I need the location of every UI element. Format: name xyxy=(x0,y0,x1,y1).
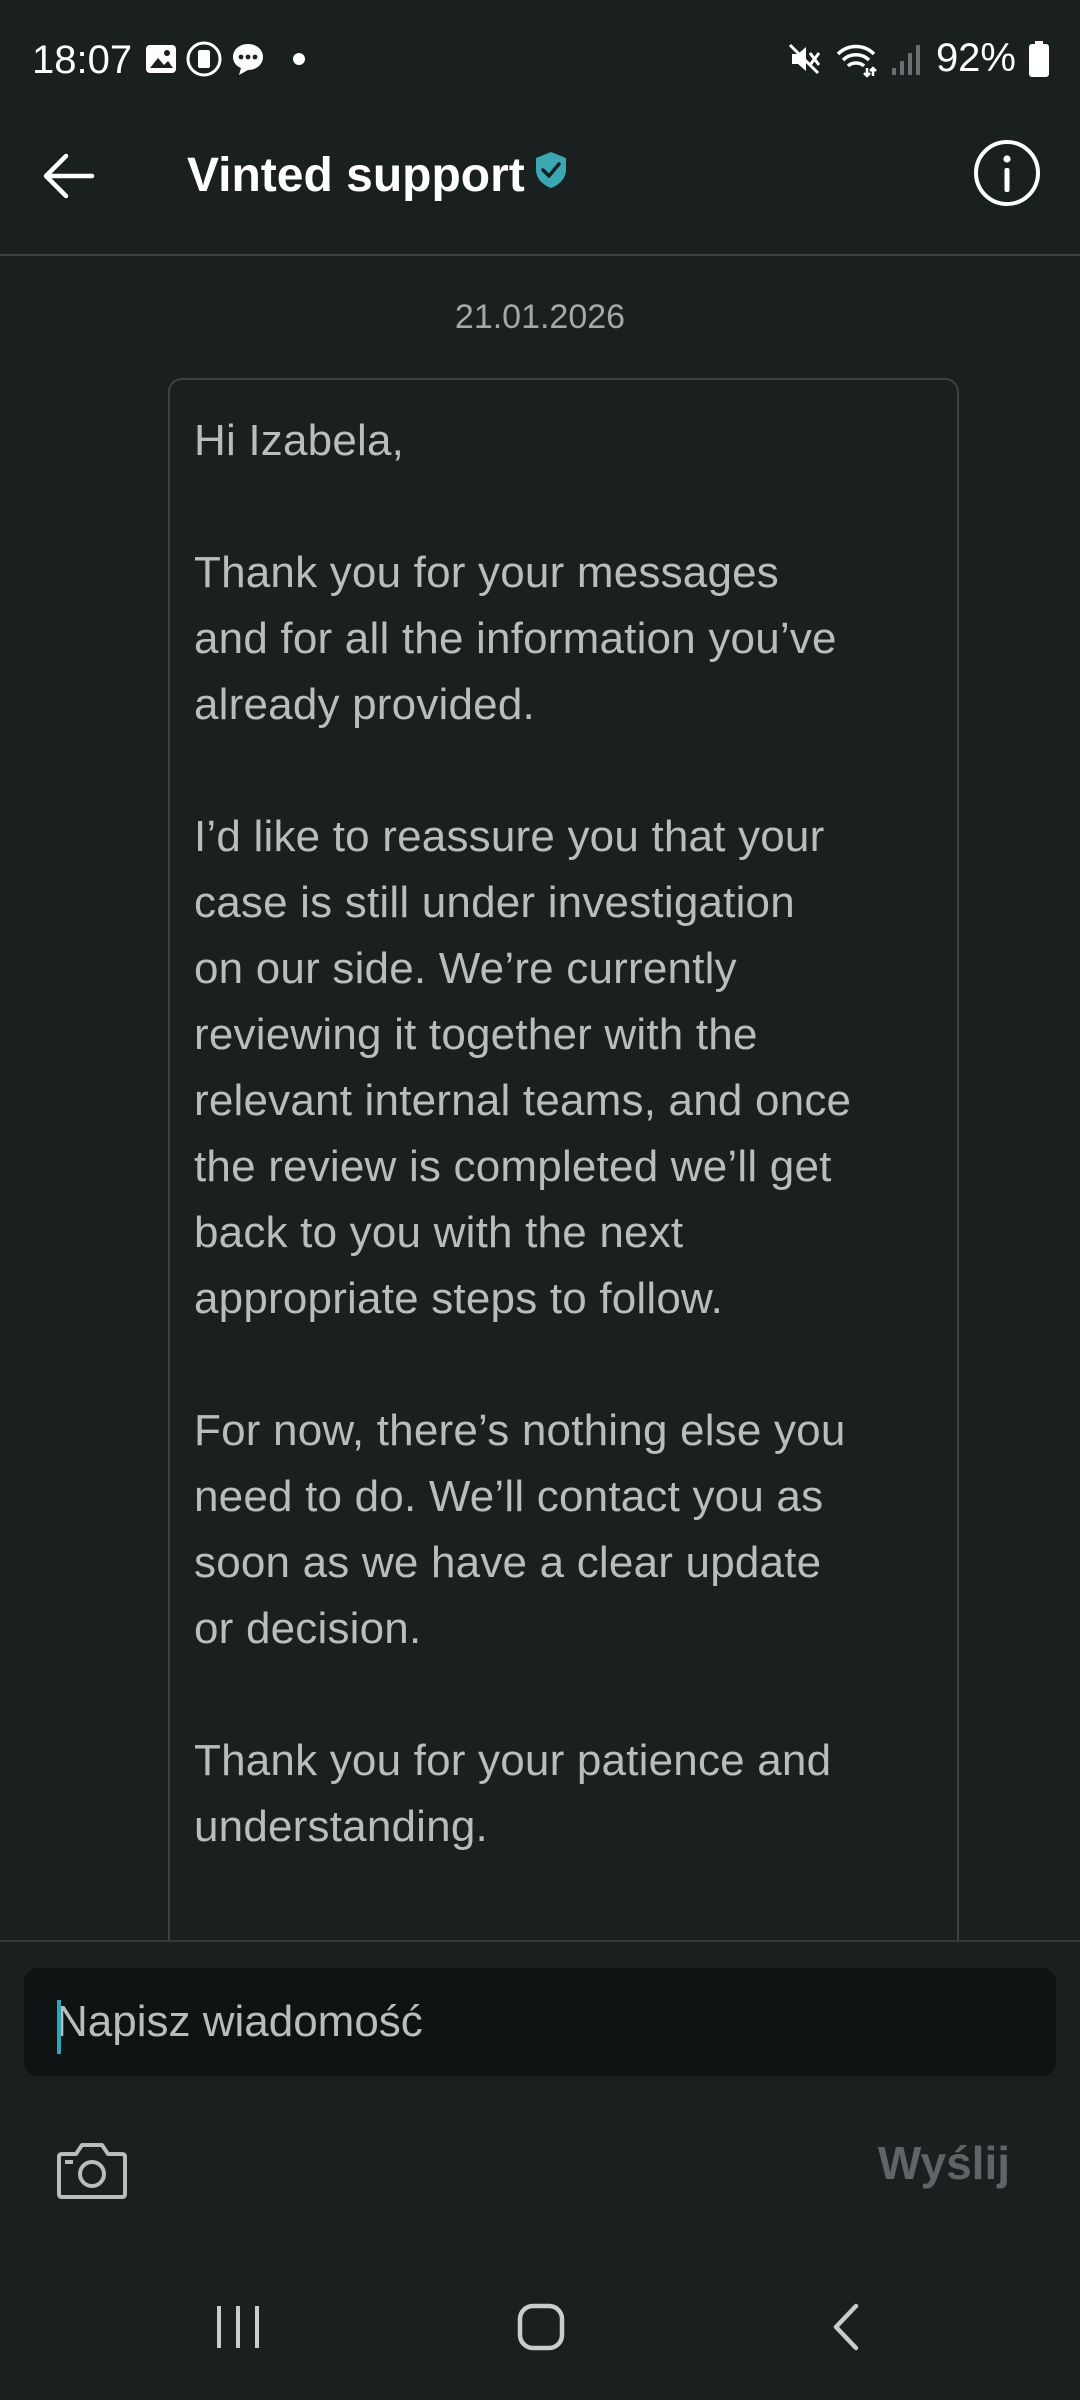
recent-apps-icon[interactable] xyxy=(213,2302,263,2352)
info-icon xyxy=(974,140,1040,206)
system-nav-bar xyxy=(0,2250,1080,2400)
message-list[interactable]: 21.01.2026 Hi Izabela, Thank you for you… xyxy=(0,258,1080,1940)
status-time: 18:07 xyxy=(32,38,133,82)
message-bubble[interactable]: Hi Izabela, Thank you for your messages … xyxy=(168,378,959,1940)
screen: 18:07 92% Vinted support 21.01.2026 Hi I… xyxy=(0,0,1080,2400)
battery-icon xyxy=(1029,40,1049,77)
mute-icon xyxy=(788,43,821,74)
signal-icon xyxy=(891,44,920,75)
system-status: 92% xyxy=(786,36,1050,81)
back-icon[interactable] xyxy=(826,2302,866,2352)
sim-icon xyxy=(186,41,222,77)
text-cursor xyxy=(57,2000,61,2054)
verified-badge-icon xyxy=(536,152,566,188)
notification-icons xyxy=(143,40,311,78)
message-input[interactable] xyxy=(24,1968,1056,2076)
dot-icon xyxy=(293,53,305,65)
date-separator: 21.01.2026 xyxy=(454,298,626,336)
battery-percent: 92% xyxy=(935,36,1016,80)
camera-icon xyxy=(57,2143,127,2199)
send-button[interactable]: Wyślij xyxy=(878,2136,1010,2190)
wifi-icon xyxy=(836,44,877,78)
gallery-icon xyxy=(146,45,176,73)
back-button[interactable] xyxy=(34,142,102,210)
chat-bubble-icon xyxy=(233,44,263,75)
status-bar: 18:07 92% xyxy=(0,0,1080,118)
composer: Wyślij xyxy=(0,1940,1080,2250)
home-icon[interactable] xyxy=(516,2302,566,2352)
info-button[interactable] xyxy=(972,138,1042,208)
message-text: Hi Izabela, Thank you for your messages … xyxy=(194,416,852,1940)
conversation-title: Vinted support xyxy=(187,149,525,202)
arrow-left-icon xyxy=(43,153,95,199)
camera-button[interactable] xyxy=(56,2138,128,2202)
